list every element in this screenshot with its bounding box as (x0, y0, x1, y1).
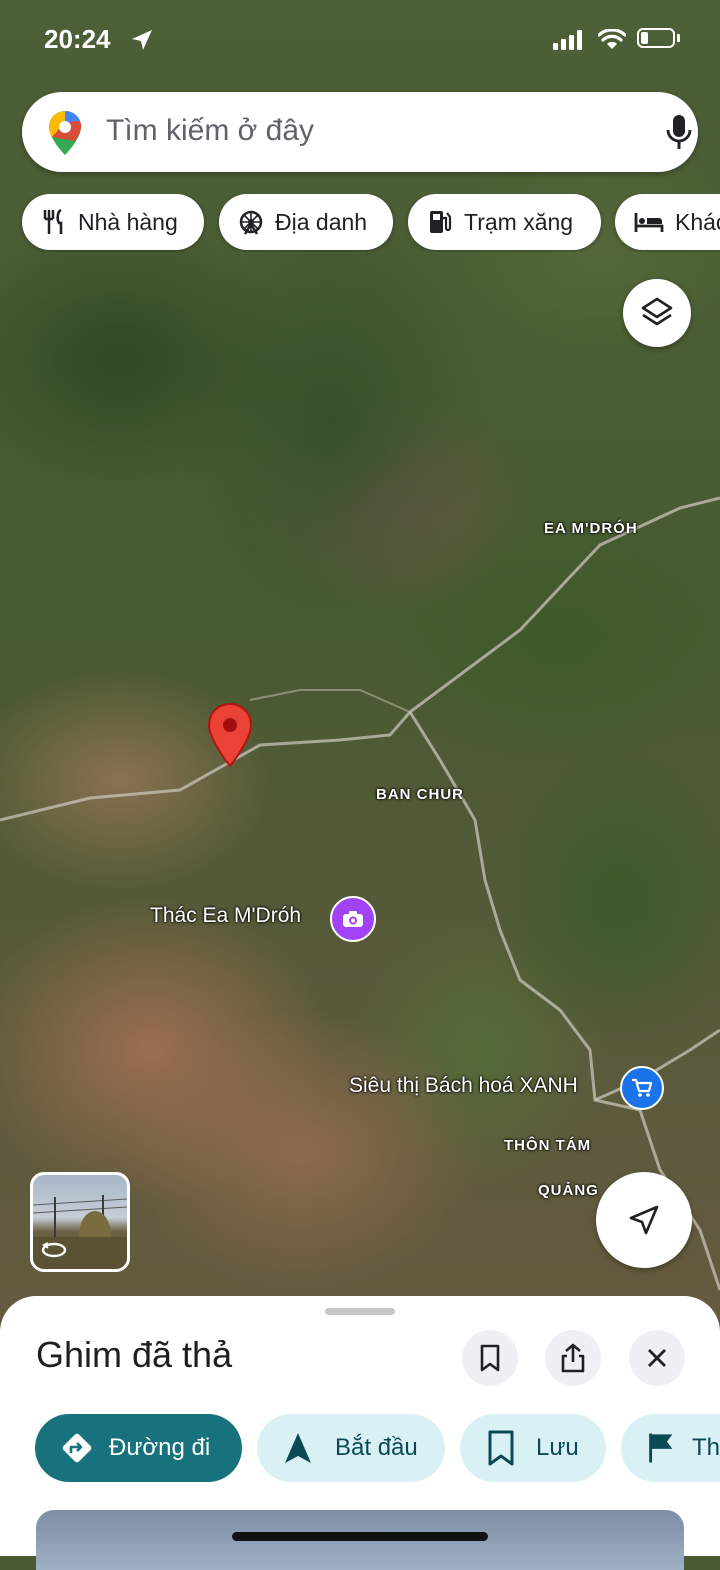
chip-label: Khác (675, 208, 720, 235)
label-button[interactable]: Th (621, 1414, 720, 1482)
microphone-icon[interactable] (666, 114, 692, 150)
chip-landmarks[interactable]: Địa danh (219, 194, 393, 250)
chip-label: Trạm xăng (464, 208, 574, 235)
start-button[interactable]: Bắt đầu (257, 1414, 445, 1482)
google-maps-logo-icon (49, 111, 81, 155)
dropped-pin-icon[interactable] (206, 702, 254, 770)
label-button-text: Th (691, 1434, 720, 1461)
battery-tip (677, 34, 680, 42)
sheet-drag-handle[interactable] (325, 1308, 395, 1315)
chip-label: Nhà hàng (78, 208, 178, 235)
hotel-icon (634, 213, 664, 232)
share-button[interactable] (545, 1330, 601, 1386)
home-indicator (232, 1532, 488, 1541)
cellular-signal-icon (553, 30, 582, 50)
navigation-arrow-icon (629, 1205, 659, 1235)
save-button[interactable]: Lưu (460, 1414, 606, 1482)
status-time: 20:24 (44, 24, 111, 54)
restaurant-icon (43, 208, 63, 234)
camera-icon[interactable] (330, 896, 376, 942)
rotate-360-icon (41, 1242, 67, 1258)
map-label-ea-mdroh: EA M'DRÓH (544, 520, 638, 537)
directions-button[interactable]: Đường đi (35, 1414, 242, 1482)
chip-gas-stations[interactable]: Trạm xăng (408, 194, 601, 250)
navigation-arrow-icon (285, 1433, 311, 1463)
street-view-thumbnail[interactable] (30, 1172, 130, 1272)
chip-restaurants[interactable]: Nhà hàng (22, 194, 204, 250)
close-icon (648, 1349, 666, 1367)
category-chips: Nhà hàng Địa danh Trạm xăng Khác (0, 194, 720, 252)
search-bar[interactable]: Tìm kiếm ở đây (22, 92, 698, 172)
close-button[interactable] (629, 1330, 685, 1386)
layers-button[interactable] (623, 279, 691, 347)
landmark-icon (239, 210, 263, 235)
save-bookmark-button[interactable] (462, 1330, 518, 1386)
battery-icon (637, 28, 675, 48)
map-label-quang: QUẢNG (538, 1182, 599, 1199)
location-arrow-icon (132, 30, 152, 50)
directions-label: Đường đi (109, 1434, 211, 1461)
sheet-title: Ghim đã thả (36, 1334, 233, 1375)
start-label: Bắt đầu (335, 1434, 418, 1461)
wifi-icon (598, 29, 626, 49)
bookmark-icon (480, 1344, 500, 1372)
flag-icon (649, 1433, 673, 1463)
chip-label: Địa danh (275, 208, 368, 235)
chip-other[interactable]: Khác (615, 194, 720, 250)
layers-icon (641, 297, 673, 326)
save-label: Lưu (536, 1434, 579, 1461)
poi-store-label[interactable]: Siêu thị Bách hoá XANH (349, 1074, 578, 1098)
my-location-button[interactable] (596, 1172, 692, 1268)
share-icon (561, 1343, 585, 1373)
shopping-cart-icon[interactable] (620, 1066, 664, 1110)
bookmark-icon (488, 1430, 514, 1466)
search-input[interactable]: Tìm kiếm ở đây (106, 114, 314, 148)
poi-waterfall-label[interactable]: Thác Ea M'Dróh (150, 904, 301, 928)
map-label-thon-tam: THÔN TÁM (504, 1137, 592, 1154)
map-label-ban-chur: BAN CHUR (376, 786, 464, 803)
directions-icon (62, 1433, 92, 1463)
gas-station-icon (430, 211, 452, 233)
status-bar: 20:24 (0, 0, 720, 80)
